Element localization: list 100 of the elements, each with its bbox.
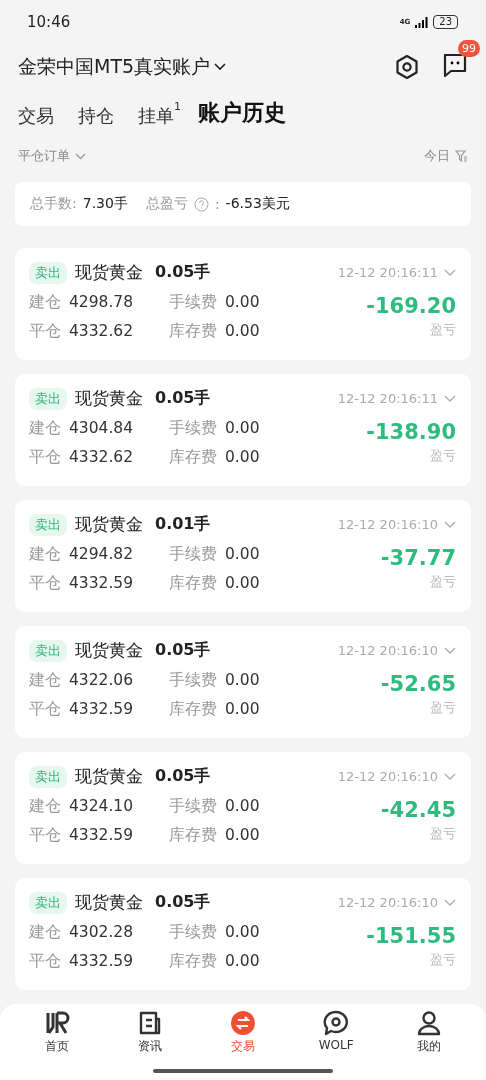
fee-label: 手续费	[169, 418, 217, 439]
separator-colon: :	[214, 196, 220, 212]
chevron-down-icon	[75, 152, 86, 160]
open-label: 建仓	[29, 544, 61, 565]
swap-value: 0.00	[225, 825, 260, 846]
profit-loss-value: -52.65	[380, 672, 456, 696]
tab[interactable]: 交易	[18, 104, 54, 128]
help-icon[interactable]	[193, 196, 209, 212]
chevron-down-icon[interactable]	[444, 520, 456, 529]
profit-loss-label: 盈亏	[430, 951, 456, 969]
order-card[interactable]: 卖出 现货黄金 0.05手 12-12 20:16:11 建仓 4304.84 手续费 0.00 平仓 4332.62 库存费 0.00 -138.90 盈亏	[15, 374, 471, 486]
open-label: 建仓	[29, 292, 61, 313]
nav-item[interactable]: 我的	[394, 1010, 465, 1055]
fee-value: 0.00	[225, 418, 260, 439]
order-card[interactable]: 卖出 现货黄金 0.05手 12-12 20:16:11 建仓 4298.78 手续费 0.00 平仓 4332.62 库存费 0.00 -169.20 盈亏	[15, 248, 471, 360]
open-price: 4302.28	[69, 922, 135, 943]
chevron-down-icon[interactable]	[444, 646, 456, 655]
unread-badge: 99	[458, 40, 480, 57]
order-time: 12-12 20:16:10	[337, 517, 438, 532]
order-time: 12-12 20:16:11	[337, 265, 438, 280]
nav-item[interactable]: 资讯	[114, 1010, 185, 1055]
tab[interactable]: 账户历史	[198, 98, 286, 128]
fee-label: 手续费	[169, 922, 217, 943]
nav-item[interactable]: WOLF	[301, 1010, 372, 1055]
sell-tag: 卖出	[29, 261, 67, 284]
nav-item[interactable]: 交易	[207, 1010, 278, 1055]
profit-loss-value: -151.55	[366, 924, 456, 948]
symbol-name: 现货黄金	[75, 513, 143, 536]
close-price: 4332.59	[69, 825, 135, 846]
lot-size: 0.05手	[155, 262, 211, 283]
fee-value: 0.00	[225, 796, 260, 817]
chevron-down-icon[interactable]	[444, 268, 456, 277]
close-label: 平仓	[29, 699, 61, 720]
fee-value: 0.00	[225, 544, 260, 565]
order-card[interactable]: 卖出 现货黄金 0.01手 12-12 20:16:10 建仓 4294.82 手续费 0.00 平仓 4332.59 库存费 0.00 -37.77 盈亏	[15, 500, 471, 612]
account-selector[interactable]: 金荣中国MT5真实账户	[18, 54, 227, 80]
profit-loss-label: 盈亏	[430, 825, 456, 843]
open-price: 4304.84	[69, 418, 135, 439]
close-label: 平仓	[29, 951, 61, 972]
open-label: 建仓	[29, 922, 61, 943]
order-time: 12-12 20:16:10	[337, 895, 438, 910]
chat-bubble-icon	[323, 1010, 350, 1036]
chevron-down-icon[interactable]	[444, 772, 456, 781]
symbol-name: 现货黄金	[75, 261, 143, 284]
clock: 10:46	[27, 13, 71, 31]
open-price: 4322.06	[69, 670, 135, 691]
symbol-name: 现货黄金	[75, 765, 143, 788]
message-icon[interactable]	[442, 52, 468, 78]
sell-tag: 卖出	[29, 765, 67, 788]
swap-value: 0.00	[225, 951, 260, 972]
profit-loss-value: -37.77	[380, 546, 456, 570]
close-label: 平仓	[29, 825, 61, 846]
order-card[interactable]: 卖出 现货黄金 0.05手 12-12 20:16:10 建仓 4324.10 手续费 0.00 平仓 4332.59 库存费 0.00 -42.45 盈亏	[15, 752, 471, 864]
profit-loss-value: -169.20	[366, 294, 456, 318]
tab[interactable]: 持仓	[78, 104, 114, 128]
sell-tag: 卖出	[29, 387, 67, 410]
swap-label: 库存费	[169, 321, 217, 342]
symbol-name: 现货黄金	[75, 891, 143, 914]
battery-level: 23	[433, 15, 458, 29]
swap-label: 库存费	[169, 951, 217, 972]
fee-label: 手续费	[169, 670, 217, 691]
order-card[interactable]: 卖出 现货黄金 0.05手 12-12 20:16:10 建仓 4302.28 手续费 0.00 平仓 4332.59 库存费 0.00 -151.55 盈亏	[15, 878, 471, 990]
swap-label: 库存费	[169, 447, 217, 468]
swap-label: 库存费	[169, 573, 217, 594]
chevron-down-icon[interactable]	[444, 394, 456, 403]
order-time: 12-12 20:16:11	[337, 391, 438, 406]
nav-item[interactable]: 首页	[21, 1010, 92, 1055]
lot-size: 0.01手	[155, 514, 211, 535]
fee-label: 手续费	[169, 544, 217, 565]
open-label: 建仓	[29, 418, 61, 439]
chevron-down-icon[interactable]	[444, 898, 456, 907]
fee-label: 手续费	[169, 796, 217, 817]
profit-loss-label: 盈亏	[430, 321, 456, 339]
order-time: 12-12 20:16:10	[337, 643, 438, 658]
fee-value: 0.00	[225, 922, 260, 943]
swap-value: 0.00	[225, 573, 260, 594]
sell-tag: 卖出	[29, 639, 67, 662]
symbol-name: 现货黄金	[75, 387, 143, 410]
sell-tag: 卖出	[29, 513, 67, 536]
swap-value: 0.00	[225, 699, 260, 720]
sell-tag: 卖出	[29, 891, 67, 914]
lot-size: 0.05手	[155, 892, 211, 913]
settings-icon[interactable]	[394, 54, 420, 80]
order-time: 12-12 20:16:10	[337, 769, 438, 784]
fee-label: 手续费	[169, 292, 217, 313]
user-icon	[416, 1010, 443, 1036]
chevron-down-icon	[214, 63, 227, 71]
swap-value: 0.00	[225, 321, 260, 342]
swap-label: 库存费	[169, 699, 217, 720]
fee-value: 0.00	[225, 670, 260, 691]
lot-size: 0.05手	[155, 640, 211, 661]
lot-size: 0.05手	[155, 766, 211, 787]
close-price: 4332.59	[69, 699, 135, 720]
total-pnl-label: 总盈亏	[145, 195, 188, 213]
order-card[interactable]: 卖出 现货黄金 0.05手 12-12 20:16:10 建仓 4322.06 手续费 0.00 平仓 4332.59 库存费 0.00 -52.65 盈亏	[15, 626, 471, 738]
total-lots-value: 7.30手	[82, 195, 128, 213]
close-label: 平仓	[29, 321, 61, 342]
tab-count: 1	[174, 100, 181, 113]
open-price: 4324.10	[69, 796, 135, 817]
profit-loss-value: -42.45	[380, 798, 456, 822]
